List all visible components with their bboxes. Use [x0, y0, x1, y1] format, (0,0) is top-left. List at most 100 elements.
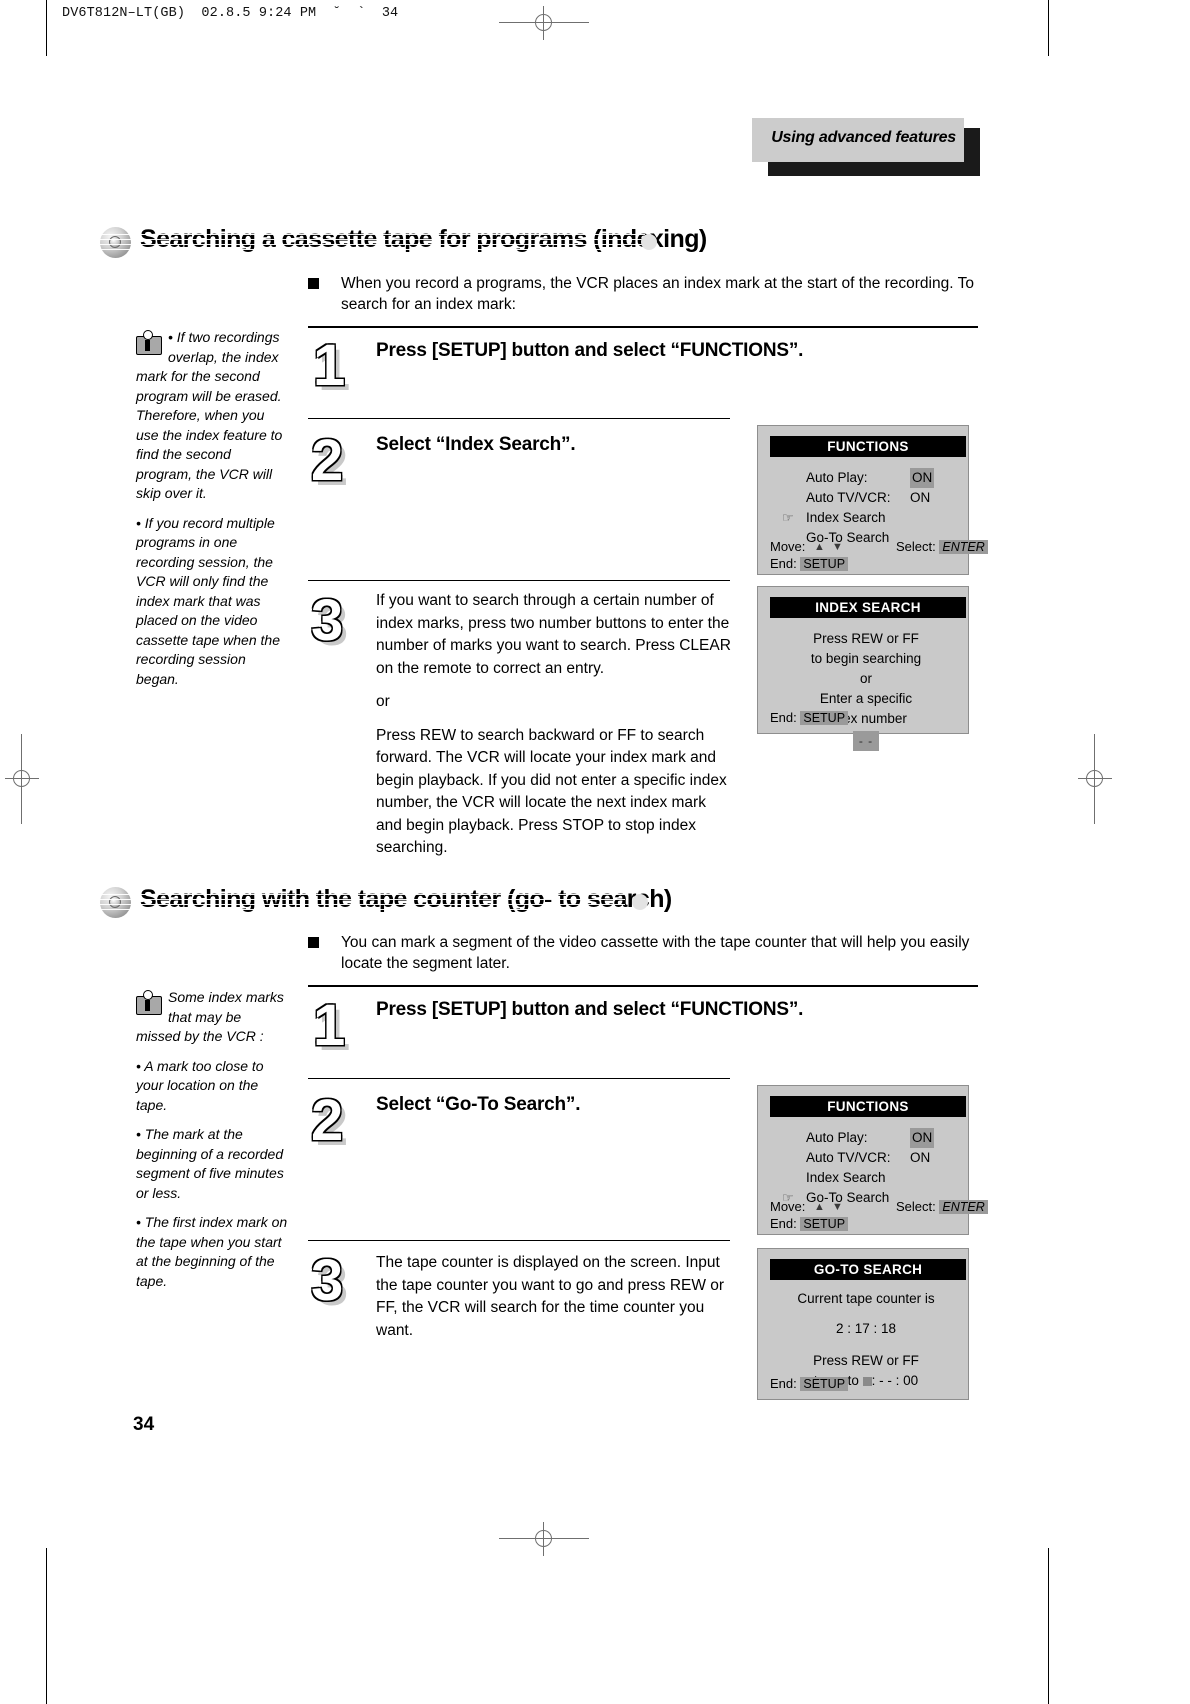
osd-footer: End: SETUP	[770, 709, 962, 726]
osd-move-label: Move:	[770, 539, 806, 554]
osd-message-line: Enter a specific	[819, 691, 913, 706]
chapter-tab: Using advanced features	[752, 118, 964, 162]
registration-mark-bottom	[499, 1522, 589, 1556]
osd-end-key: SETUP	[800, 1377, 849, 1391]
osd-title: INDEX SEARCH	[770, 597, 966, 618]
osd-message: Press REW or FF to begin searching or En…	[770, 629, 962, 751]
osd-menu-item[interactable]: Auto Play: ON	[758, 1128, 968, 1148]
osd-end-key: SETUP	[800, 1217, 849, 1231]
osd-select-row: Select: ENTER	[896, 1198, 988, 1216]
step-body-paragraph: or	[376, 693, 390, 710]
side-note-paragraph: • The mark at the beginning of a recorde…	[136, 1126, 284, 1201]
step-number: 3	[311, 588, 344, 653]
step-number: 2	[311, 1088, 344, 1153]
osd-title: FUNCTIONS	[770, 1096, 966, 1117]
osd-menu-item[interactable]: Auto TV/VCR: ON	[758, 1148, 968, 1168]
osd-item-value: ON	[910, 468, 935, 488]
osd-functions-goto: FUNCTIONS Auto Play: ON Auto TV/VCR: ON …	[757, 1085, 988, 1235]
osd-item-value: ON	[910, 1150, 931, 1165]
osd-end-row: End: SETUP	[770, 709, 849, 727]
osd-functions-index: FUNCTIONS Auto Play: ON Auto TV/VCR: ON …	[757, 425, 988, 575]
square-bullet-icon	[308, 937, 319, 948]
osd-item-value: ON	[910, 1128, 935, 1148]
step-divider	[308, 985, 978, 987]
registration-mark-top	[499, 6, 589, 40]
info-icon	[136, 330, 162, 355]
step-title: Press [SETUP] button and select “FUNCTIO…	[376, 999, 804, 1020]
osd-end-label: End:	[770, 1376, 797, 1391]
step-title: Select “Index Search”.	[376, 434, 576, 455]
section-intro-text: When you record a programs, the VCR plac…	[341, 275, 974, 313]
osd-message-line: Current tape counter is	[797, 1291, 935, 1306]
osd-end-row: End: SETUP	[770, 1215, 849, 1233]
osd-menu-item-selected[interactable]: ☞ Index Search	[758, 508, 968, 528]
section-intro-indexing: When you record a programs, the VCR plac…	[308, 273, 978, 315]
osd-select-key: ENTER	[939, 540, 988, 554]
print-slug: DV6T812N–LT(GB) 02.8.5 9:24 PM ˘ ` 34	[62, 6, 399, 21]
chapter-tab-label: Using advanced features	[771, 129, 956, 146]
osd-footer-end-row: End: SETUP	[770, 1215, 962, 1232]
registration-mark-right	[1078, 734, 1112, 824]
osd-move-label: Move:	[770, 1199, 806, 1214]
osd-select-key: ENTER	[939, 1200, 988, 1214]
step-body-paragraph: If you want to search through a certain …	[376, 592, 731, 677]
side-note-paragraph: • A mark too close to your location on t…	[136, 1057, 264, 1113]
crop-mark-top-right-vertical	[1048, 0, 1050, 56]
osd-item-label: Index Search	[806, 1170, 886, 1185]
section-title: Searching with the tape counter (go- to …	[140, 885, 672, 913]
osd-end-label: End:	[770, 556, 797, 571]
osd-item-label: Index Search	[806, 510, 886, 525]
osd-end-label: End:	[770, 710, 797, 725]
section-bullet-icon	[100, 227, 131, 258]
side-note-paragraph: • If you record multiple programs in one…	[136, 514, 280, 687]
osd-index-search: INDEX SEARCH Press REW or FF to begin se…	[757, 586, 969, 751]
osd-title: FUNCTIONS	[770, 436, 966, 457]
step-divider	[308, 580, 730, 582]
osd-end-label: End:	[770, 1216, 797, 1231]
osd-select-label: Select:	[896, 539, 936, 554]
section-title: Searching a cassette tape for programs (…	[140, 225, 707, 253]
crop-mark-bottom-right-vertical	[1048, 1548, 1050, 1704]
osd-end-key: SETUP	[800, 557, 849, 571]
section-intro-goto: You can mark a segment of the video cass…	[308, 932, 978, 974]
osd-footer-move-row: Move: ▲ ▼ Select: ENTER	[770, 1198, 988, 1215]
osd-message-line: or	[859, 671, 872, 686]
side-note-indexing: • If two recordings overlap, the index m…	[136, 328, 288, 689]
osd-message-line: Press REW or FF	[813, 1353, 919, 1368]
step-divider	[308, 1240, 730, 1242]
osd-go-to-search: GO-TO SEARCH Current tape counter is 2 :…	[757, 1248, 969, 1400]
registration-mark-left	[5, 734, 39, 824]
step-body: If you want to search through a certain …	[376, 590, 736, 860]
section-title-tail-circle	[632, 894, 648, 910]
osd-menu-item[interactable]: Auto TV/VCR: ON	[758, 488, 968, 508]
osd-footer-end-row: End: SETUP	[770, 1375, 962, 1392]
updown-arrows-icon: ▲ ▼	[814, 1201, 845, 1213]
updown-arrows-icon: ▲ ▼	[814, 541, 845, 553]
osd-end-key: SETUP	[800, 711, 849, 725]
crop-mark-bottom-left-vertical	[46, 1548, 48, 1704]
info-icon	[136, 990, 162, 1015]
square-bullet-icon	[308, 278, 319, 289]
osd-footer-end-row: End: SETUP	[770, 555, 962, 572]
step-body-paragraph: The tape counter is displayed on the scr…	[376, 1254, 725, 1339]
osd-footer-end-row: End: SETUP	[770, 709, 962, 726]
step-number: 3	[311, 1248, 344, 1313]
osd-select-label: Select:	[896, 1199, 936, 1214]
manual-page: DV6T812N–LT(GB) 02.8.5 9:24 PM ˘ ` 34 Us…	[0, 0, 1190, 1704]
osd-title: GO-TO SEARCH	[770, 1259, 966, 1280]
osd-menu-item[interactable]: Auto Play: ON	[758, 468, 968, 488]
step-divider	[308, 1078, 730, 1080]
section-bullet-icon	[100, 887, 131, 918]
section-title-tail-circle	[641, 234, 657, 250]
osd-item-value: ON	[910, 490, 931, 505]
osd-end-row: End: SETUP	[770, 555, 849, 573]
osd-item-label: Auto TV/VCR:	[806, 1150, 891, 1165]
osd-menu-item[interactable]: Index Search	[758, 1168, 968, 1188]
osd-tape-counter-value: 2 : 17 : 18	[835, 1321, 897, 1336]
step-title: Press [SETUP] button and select “FUNCTIO…	[376, 340, 804, 361]
osd-menu-list: Auto Play: ON Auto TV/VCR: ON ☞ Index Se…	[758, 468, 968, 548]
step-body-paragraph: Press REW to search backward or FF to se…	[376, 726, 727, 857]
index-number-entry-field[interactable]: - -	[852, 731, 880, 751]
osd-message-line: Press REW or FF	[813, 631, 919, 646]
osd-footer-move-row: Move: ▲ ▼ Select: ENTER	[770, 538, 988, 555]
